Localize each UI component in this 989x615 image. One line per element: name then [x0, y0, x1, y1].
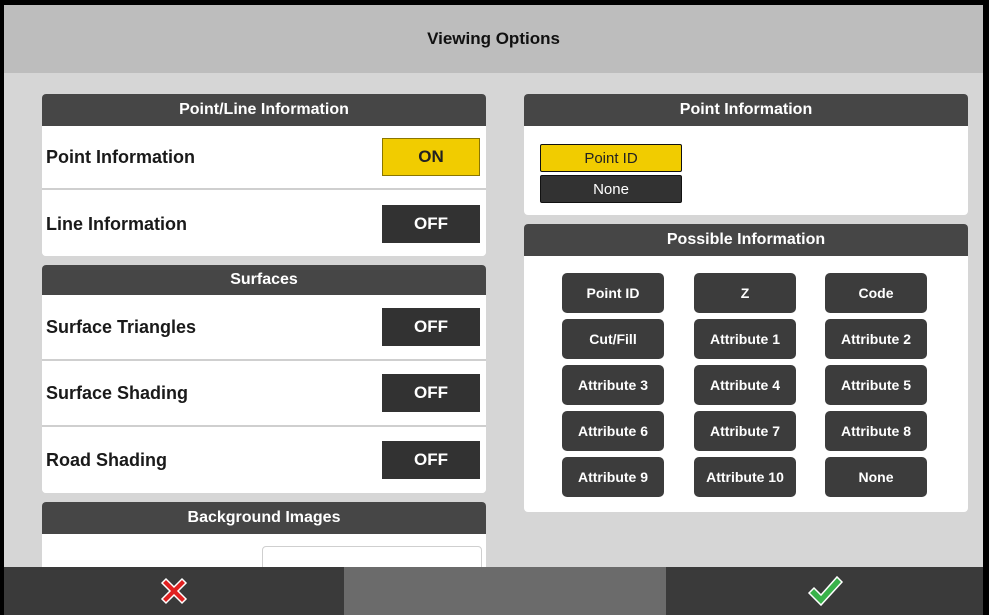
- surface-shading-toggle[interactable]: OFF: [382, 374, 480, 412]
- possible-attribute-3-button[interactable]: Attribute 3: [562, 365, 664, 405]
- point-information-toggle[interactable]: ON: [382, 138, 480, 176]
- surfaces-panel: Surfaces Surface Triangles OFF Surface S…: [42, 265, 486, 493]
- red-x-icon: [160, 577, 188, 605]
- line-information-row: Line Information OFF: [42, 192, 486, 256]
- point-information-panel: Point Information Point ID None: [524, 94, 968, 215]
- selected-none-chip[interactable]: None: [540, 175, 682, 203]
- possible-none-button[interactable]: None: [825, 457, 927, 497]
- possible-cut-fill-button[interactable]: Cut/Fill: [562, 319, 664, 359]
- possible-attribute-7-button[interactable]: Attribute 7: [694, 411, 796, 451]
- surface-triangles-label: Surface Triangles: [46, 316, 197, 337]
- screen-frame: Viewing Options Point/Line Information P…: [0, 0, 989, 615]
- confirm-button[interactable]: [666, 567, 983, 615]
- possible-information-panel: Possible Information Point ID Z Code Cut/Fi…: [524, 224, 968, 512]
- possible-attribute-2-button[interactable]: Attribute 2: [825, 319, 927, 359]
- possible-attribute-10-button[interactable]: Attribute 10: [694, 457, 796, 497]
- point-line-header: Point/Line Information: [42, 94, 486, 126]
- possible-attribute-4-button[interactable]: Attribute 4: [694, 365, 796, 405]
- background-images-header: Background Images: [42, 502, 486, 534]
- surface-triangles-toggle[interactable]: OFF: [382, 308, 480, 346]
- road-shading-row: Road Shading OFF: [42, 427, 486, 493]
- possible-attribute-5-button[interactable]: Attribute 5: [825, 365, 927, 405]
- point-information-label: Point Information: [46, 146, 195, 167]
- possible-attribute-8-button[interactable]: Attribute 8: [825, 411, 927, 451]
- possible-attribute-9-button[interactable]: Attribute 9: [562, 457, 664, 497]
- point-information-row: Point Information ON: [42, 126, 486, 190]
- possible-z-button[interactable]: Z: [694, 273, 796, 313]
- bottom-middle-area: [344, 567, 666, 615]
- point-line-panel: Point/Line Information Point Information…: [42, 94, 486, 256]
- road-shading-label: Road Shading: [46, 449, 167, 470]
- cancel-button[interactable]: [4, 567, 344, 615]
- line-information-toggle[interactable]: OFF: [382, 205, 480, 243]
- possible-attribute-1-button[interactable]: Attribute 1: [694, 319, 796, 359]
- surface-shading-row: Surface Shading OFF: [42, 361, 486, 427]
- surfaces-header: Surfaces: [42, 265, 486, 295]
- background-images-panel: Background Images: [42, 502, 486, 572]
- green-check-icon: [807, 575, 843, 607]
- dialog-title: Viewing Options: [4, 5, 983, 73]
- surface-triangles-row: Surface Triangles OFF: [42, 295, 486, 361]
- possible-code-button[interactable]: Code: [825, 273, 927, 313]
- surface-shading-label: Surface Shading: [46, 382, 189, 403]
- bottom-action-bar: [4, 567, 983, 615]
- possible-point-id-button[interactable]: Point ID: [562, 273, 664, 313]
- point-information-header: Point Information: [524, 94, 968, 126]
- selected-point-id-chip[interactable]: Point ID: [540, 144, 682, 172]
- possible-information-header: Possible Information: [524, 224, 968, 256]
- line-information-label: Line Information: [46, 213, 187, 234]
- road-shading-toggle[interactable]: OFF: [382, 441, 480, 479]
- viewing-options-dialog: Viewing Options Point/Line Information P…: [4, 5, 983, 615]
- possible-attribute-6-button[interactable]: Attribute 6: [562, 411, 664, 451]
